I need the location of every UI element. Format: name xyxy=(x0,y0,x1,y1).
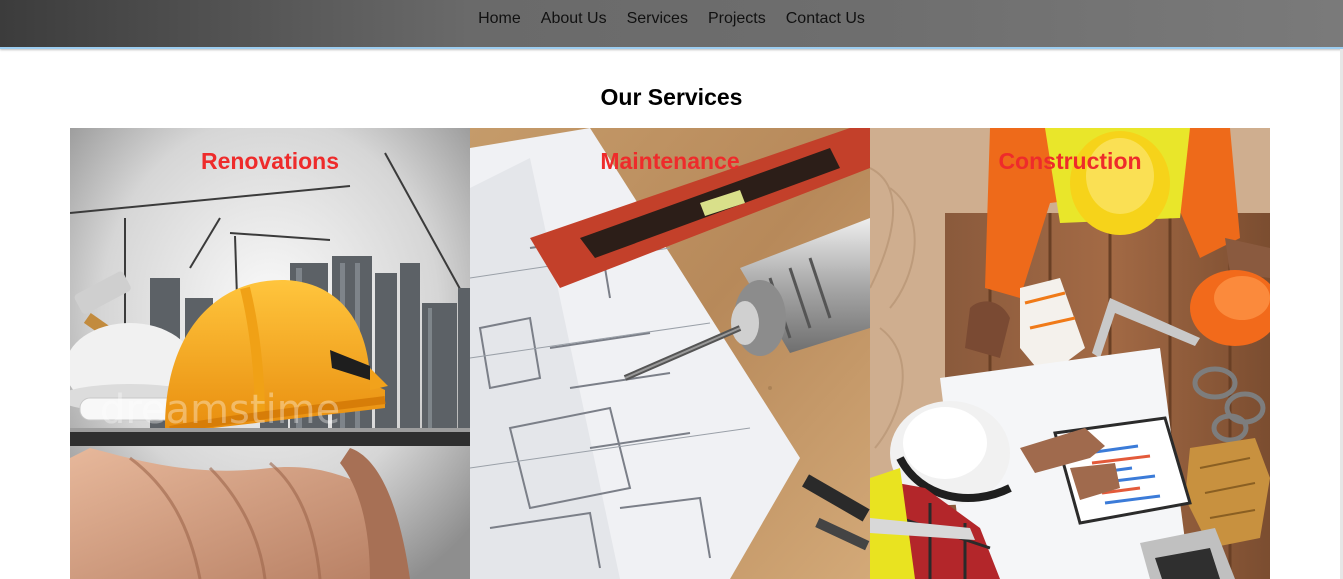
card-title-renovations: Renovations xyxy=(200,148,340,174)
nav-link-contact-us[interactable]: Contact Us xyxy=(786,10,865,27)
nav-menu: Home About Us Services Projects Contact … xyxy=(0,0,1343,37)
card-title-maintenance: Maintenance xyxy=(600,148,740,174)
nav-link-about-us[interactable]: About Us xyxy=(541,10,607,27)
nav-link-home[interactable]: Home xyxy=(478,10,521,27)
services-grid: dreamstime Renovations Maintenance Const… xyxy=(70,128,1270,579)
service-card-construction[interactable]: Construction xyxy=(870,128,1270,579)
renovations-image: dreamstime xyxy=(70,128,470,579)
top-navbar: Home About Us Services Projects Contact … xyxy=(0,0,1343,49)
nav-item-contact: Contact Us xyxy=(786,10,865,28)
service-card-renovations[interactable]: dreamstime Renovations xyxy=(70,128,470,579)
nav-item-about: About Us xyxy=(541,10,607,28)
nav-item-projects: Projects xyxy=(708,10,766,28)
nav-item-services: Services xyxy=(627,10,688,28)
nav-item-home: Home xyxy=(478,10,521,28)
construction-image xyxy=(870,128,1270,579)
nav-link-projects[interactable]: Projects xyxy=(708,10,766,27)
card-title-construction: Construction xyxy=(998,148,1142,174)
maintenance-image xyxy=(470,128,870,579)
service-card-maintenance[interactable]: Maintenance xyxy=(470,128,870,579)
services-heading: Our Services xyxy=(600,84,743,110)
nav-link-services[interactable]: Services xyxy=(627,10,688,27)
svg-text:dreamstime: dreamstime xyxy=(100,387,340,433)
